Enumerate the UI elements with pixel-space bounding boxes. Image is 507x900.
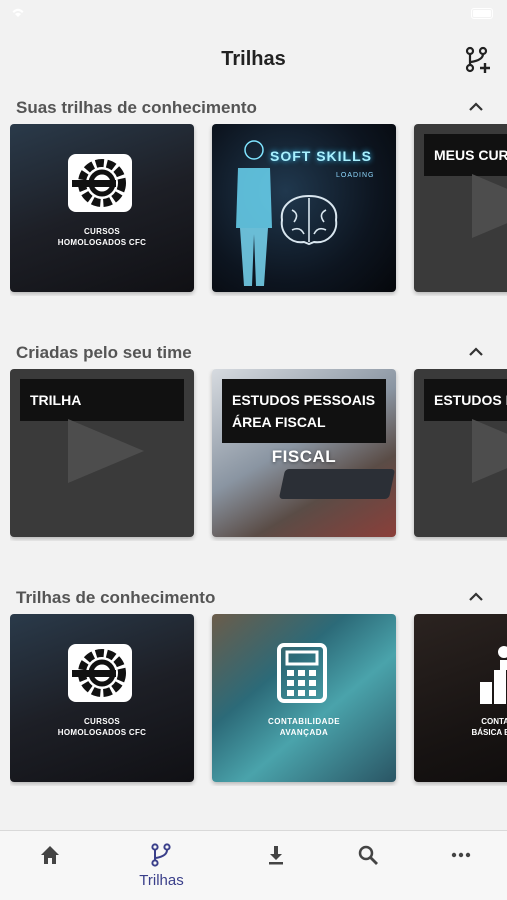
soft-skills-subtitle: LOADING — [336, 172, 375, 179]
more-icon — [451, 852, 471, 858]
section-trilhas-de-conhecimento: Trilhas de conhecimento CURSOS HOMOLOGAD… — [0, 584, 507, 782]
brain-illustration — [280, 194, 338, 246]
section-criadas-pelo-time: Criadas pelo seu time TRILHA FISCAL ESTU… — [0, 339, 507, 537]
battery-icon — [471, 8, 493, 19]
section-header[interactable]: Suas trilhas de conhecimento — [0, 94, 507, 124]
play-icon — [68, 419, 144, 483]
chevron-up-icon[interactable] — [467, 343, 485, 361]
card-label: ESTUDOS PESSOAIS ÁREA FISCAL — [222, 379, 386, 443]
steps-icon — [480, 646, 507, 704]
trail-card-trilha[interactable]: TRILHA — [10, 369, 194, 537]
trail-card-fiscal[interactable]: FISCAL ESTUDOS PESSOAIS ÁREA FISCAL — [212, 369, 396, 537]
trail-card-basica[interactable]: CONTAB BÁSICA E INT — [414, 614, 507, 782]
home-icon — [41, 846, 59, 864]
section-suas-trilhas: Suas trilhas de conhecimento CURSOS HOMO… — [0, 94, 507, 292]
section-header[interactable]: Criadas pelo seu time — [0, 339, 507, 369]
fiscal-image-text: FISCAL — [271, 447, 337, 466]
card-carousel[interactable]: TRILHA FISCAL ESTUDOS PESSOAIS ÁREA FISC… — [10, 369, 507, 541]
tab-trilhas[interactable]: Trilhas — [111, 831, 212, 900]
soft-skills-title: SOFT SKILLS — [270, 148, 372, 164]
cfc-logo — [68, 644, 132, 702]
trail-card-placeholder[interactable]: ESTUDOS D — [414, 369, 507, 537]
tab-search[interactable] — [318, 831, 419, 900]
tab-more[interactable] — [411, 831, 507, 900]
branch-icon — [151, 843, 171, 867]
card-caption: CONTABILIDADE AVANÇADA — [267, 717, 341, 737]
section-title: Suas trilhas de conhecimento — [16, 98, 257, 117]
branch-add-icon[interactable] — [463, 46, 491, 74]
card-caption: CONTAB BÁSICA E INT — [471, 717, 507, 737]
download-icon — [269, 846, 283, 865]
carrier-wifi — [10, 6, 26, 21]
chevron-up-icon[interactable] — [467, 98, 485, 116]
trail-card-placeholder[interactable]: MEUS CURSOS — [414, 124, 507, 292]
wifi-icon — [10, 6, 26, 21]
card-caption: CURSOS HOMOLOGADOS CFC — [57, 227, 147, 247]
card-carousel[interactable]: CURSOS HOMOLOGADOS CFC CONTABILIDADE AVA… — [10, 614, 507, 786]
search-icon — [358, 845, 378, 865]
section-title: Trilhas de conhecimento — [16, 588, 216, 607]
tab-home[interactable] — [0, 831, 101, 900]
card-label: ESTUDOS D — [424, 379, 507, 421]
trail-card-contabilidade[interactable]: CONTABILIDADE AVANÇADA — [212, 614, 396, 782]
cfc-logo — [68, 154, 132, 212]
status-bar — [0, 0, 507, 28]
calculator-icon — [277, 643, 327, 703]
chevron-up-icon[interactable] — [467, 588, 485, 606]
card-label: MEUS CURSOS — [424, 134, 507, 176]
tab-bar: Trilhas — [0, 830, 507, 900]
play-icon — [472, 419, 507, 483]
section-title: Criadas pelo seu time — [16, 343, 192, 362]
page-title: Trilhas — [221, 48, 286, 70]
tab-downloads[interactable] — [226, 831, 327, 900]
trail-card-soft-skills[interactable]: SOFT SKILLS LOADING — [212, 124, 396, 292]
play-icon — [472, 174, 507, 238]
card-caption: CURSOS HOMOLOGADOS CFC — [57, 717, 147, 737]
section-header[interactable]: Trilhas de conhecimento — [0, 584, 507, 614]
nav-header: Trilhas — [0, 40, 507, 80]
card-label: TRILHA — [20, 379, 184, 421]
trail-card-cfc[interactable]: CURSOS HOMOLOGADOS CFC — [10, 124, 194, 292]
calculator-illustration — [278, 469, 396, 499]
trail-card-cfc[interactable]: CURSOS HOMOLOGADOS CFC — [10, 614, 194, 782]
card-carousel[interactable]: CURSOS HOMOLOGADOS CFC SOFT SKILLS LOADI… — [10, 124, 507, 296]
tab-label: Trilhas — [139, 872, 184, 889]
